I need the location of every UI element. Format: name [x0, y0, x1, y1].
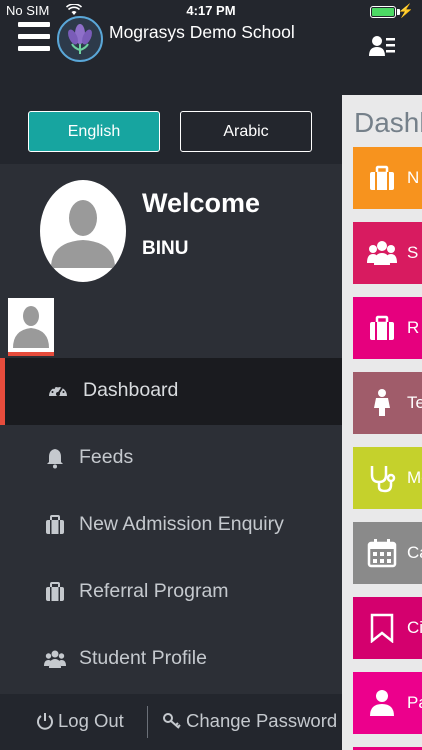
language-selector: English Arabic	[0, 68, 342, 164]
arabic-language-button[interactable]: Arabic	[180, 111, 312, 152]
person-icon	[370, 690, 394, 716]
tile-label: Cir	[407, 618, 422, 637]
tile-label: Ca	[407, 543, 422, 562]
profile-card-icon[interactable]	[368, 34, 396, 58]
tile-label: Me	[407, 468, 422, 487]
bell-icon	[47, 449, 63, 469]
bookmark-icon	[370, 613, 394, 643]
menu-label: Dashboard	[83, 379, 179, 401]
speedometer-icon	[49, 385, 67, 396]
footer-divider	[147, 706, 148, 738]
status-bar: No SIM 4:17 PM ⚡	[0, 0, 422, 20]
dashboard-tile[interactable]: Pa	[353, 672, 422, 734]
dashboard-panel: Dashb N S R Tea Me Ca Cir Pa	[342, 95, 422, 750]
change-password-label: Change Password	[186, 710, 338, 731]
drawer-menu: Dashboard Feeds New Admission Enquiry Re…	[0, 358, 342, 693]
dashboard-tile[interactable]: R	[353, 297, 422, 359]
users-icon	[44, 650, 66, 668]
avatar-silhouette-icon	[13, 306, 49, 348]
navigation-drawer: English Arabic Welcome BINU Dashboard Fe…	[0, 68, 342, 750]
tile-label: S	[407, 243, 419, 262]
teacher-icon	[374, 389, 390, 416]
dashboard-tile[interactable]: Me	[353, 447, 422, 509]
key-icon	[163, 713, 181, 729]
briefcase-icon	[370, 315, 394, 340]
flower-logo-icon	[68, 24, 92, 54]
drawer-footer: Log Out Change Password	[0, 694, 342, 750]
logout-button[interactable]: Log Out	[36, 710, 124, 732]
dashboard-tile[interactable]: Cir	[353, 597, 422, 659]
briefcase-icon	[46, 515, 64, 534]
avatar-silhouette-icon	[51, 200, 115, 268]
dashboard-tile[interactable]: Ca	[353, 522, 422, 584]
tile-label: N	[407, 168, 420, 187]
profile-avatar[interactable]	[40, 180, 126, 282]
stethoscope-icon	[370, 466, 396, 493]
app-header: Mograsys Demo School	[0, 16, 422, 68]
power-icon	[37, 713, 53, 730]
dashboard-title: Dashb	[354, 107, 422, 138]
tile-label: R	[407, 318, 420, 337]
dashboard-tile[interactable]: Tea	[353, 372, 422, 434]
menu-label: New Admission Enquiry	[79, 513, 284, 535]
tile-label: Tea	[407, 393, 422, 412]
menu-item-referral-program[interactable]: Referral Program	[0, 559, 342, 626]
battery-icon	[370, 6, 396, 18]
users-icon	[367, 241, 397, 265]
school-logo	[57, 16, 103, 62]
change-password-button[interactable]: Change Password	[162, 710, 337, 732]
clock: 4:17 PM	[186, 3, 236, 18]
charging-icon: ⚡	[397, 3, 414, 18]
dashboard-tile[interactable]: N	[353, 147, 422, 209]
dashboard-tile[interactable]: S	[353, 222, 422, 284]
calendar-icon	[367, 539, 397, 568]
welcome-heading: Welcome	[142, 188, 261, 218]
menu-item-student-profile[interactable]: Student Profile	[0, 626, 342, 693]
menu-label: Student Profile	[79, 647, 207, 669]
menu-item-feeds[interactable]: Feeds	[0, 425, 342, 492]
menu-label: Referral Program	[79, 580, 229, 602]
tile-label: Pa	[407, 693, 422, 712]
menu-label: Feeds	[79, 446, 134, 468]
username-label: BINU	[142, 238, 189, 259]
app-title: Mograsys Demo School	[109, 22, 295, 42]
logout-label: Log Out	[58, 710, 124, 731]
menu-item-dashboard[interactable]: Dashboard	[0, 358, 342, 425]
english-language-button[interactable]: English	[28, 111, 160, 152]
hamburger-icon[interactable]	[18, 22, 50, 58]
briefcase-icon	[46, 582, 64, 601]
student-avatar[interactable]	[8, 298, 54, 356]
menu-item-new-admission-enquiry[interactable]: New Admission Enquiry	[0, 492, 342, 559]
briefcase-icon	[370, 165, 394, 190]
